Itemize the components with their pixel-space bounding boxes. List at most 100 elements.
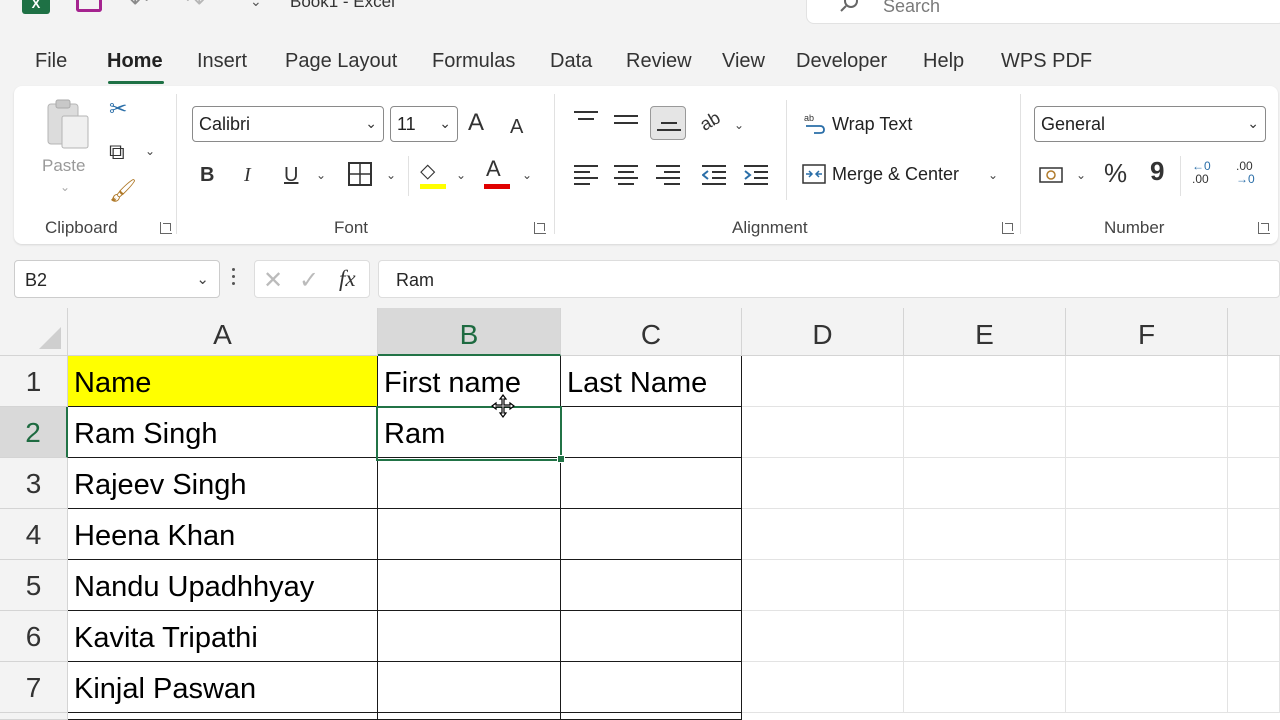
- name-box[interactable]: B2 ⌄: [14, 260, 220, 298]
- increase-indent-icon[interactable]: [744, 164, 768, 186]
- column-header-g[interactable]: [1228, 308, 1280, 356]
- formula-input[interactable]: Ram: [378, 260, 1280, 298]
- decrease-decimal-button[interactable]: .00 →0: [1236, 160, 1266, 190]
- cell-c6[interactable]: [561, 611, 742, 662]
- cell-a1[interactable]: Name: [68, 356, 378, 407]
- cell-a6[interactable]: Kavita Tripathi: [68, 611, 378, 662]
- cell-b2[interactable]: Ram: [378, 407, 561, 458]
- column-header-e[interactable]: E: [904, 308, 1066, 356]
- cell-f5[interactable]: [1066, 560, 1228, 611]
- bold-button[interactable]: B: [200, 164, 214, 186]
- row-header-8[interactable]: [0, 713, 68, 720]
- cell-c5[interactable]: [561, 560, 742, 611]
- row-header-6[interactable]: 6: [0, 611, 68, 662]
- merge-center-button[interactable]: Merge & Center: [832, 164, 959, 185]
- cell-a2[interactable]: Ram Singh: [68, 407, 378, 458]
- cell-g3[interactable]: [1228, 458, 1280, 509]
- undo-icon[interactable]: ↶: [130, 0, 148, 13]
- cell-e6[interactable]: [904, 611, 1066, 662]
- cell-a8[interactable]: [68, 713, 378, 720]
- comma-style-button[interactable]: 9: [1150, 158, 1164, 184]
- fill-color-icon[interactable]: ⬦: [420, 160, 435, 182]
- accounting-format-icon[interactable]: [1038, 164, 1066, 186]
- clipboard-launcher-icon[interactable]: [160, 222, 172, 234]
- cell-g6[interactable]: [1228, 611, 1280, 662]
- cell-d7[interactable]: [742, 662, 904, 713]
- orientation-chevron-icon[interactable]: ⌄: [734, 118, 744, 132]
- cell-g2[interactable]: [1228, 407, 1280, 458]
- column-header-b[interactable]: B: [378, 308, 561, 356]
- cell-c7[interactable]: [561, 662, 742, 713]
- cell-d5[interactable]: [742, 560, 904, 611]
- cell-f1[interactable]: [1066, 356, 1228, 407]
- number-launcher-icon[interactable]: [1258, 222, 1270, 234]
- select-all-button[interactable]: [0, 308, 68, 356]
- cell-g4[interactable]: [1228, 509, 1280, 560]
- underline-button[interactable]: U: [284, 164, 298, 186]
- cell-e4[interactable]: [904, 509, 1066, 560]
- increase-font-size-icon[interactable]: A: [468, 111, 484, 135]
- cell-b7[interactable]: [378, 662, 561, 713]
- cell-f7[interactable]: [1066, 662, 1228, 713]
- cell-c1[interactable]: Last Name: [561, 356, 742, 407]
- merge-chevron-icon[interactable]: ⌄: [988, 168, 998, 182]
- align-right-icon[interactable]: [656, 164, 680, 186]
- paste-label[interactable]: Paste: [42, 156, 85, 176]
- font-launcher-icon[interactable]: [534, 222, 546, 234]
- align-left-icon[interactable]: [574, 164, 598, 186]
- decrease-font-size-icon[interactable]: A: [510, 116, 523, 138]
- cell-f3[interactable]: [1066, 458, 1228, 509]
- middle-align-icon[interactable]: [614, 112, 638, 132]
- chevron-down-icon[interactable]: ⌄: [250, 0, 262, 8]
- tab-view[interactable]: View: [722, 50, 765, 73]
- cell-g5[interactable]: [1228, 560, 1280, 611]
- save-icon[interactable]: [76, 0, 102, 12]
- column-header-f[interactable]: F: [1066, 308, 1228, 356]
- cell-f4[interactable]: [1066, 509, 1228, 560]
- cell-d3[interactable]: [742, 458, 904, 509]
- cell-d4[interactable]: [742, 509, 904, 560]
- cell-b3[interactable]: [378, 458, 561, 509]
- cell-e2[interactable]: [904, 407, 1066, 458]
- cell-a5[interactable]: Nandu Upadhhyay: [68, 560, 378, 611]
- cell-a4[interactable]: Heena Khan: [68, 509, 378, 560]
- cell-b1[interactable]: First name: [378, 356, 561, 407]
- column-header-a[interactable]: A: [68, 308, 378, 356]
- insert-function-button[interactable]: fx: [339, 266, 356, 292]
- row-header-1[interactable]: 1: [0, 356, 68, 407]
- cell-d2[interactable]: [742, 407, 904, 458]
- cell-f6[interactable]: [1066, 611, 1228, 662]
- row-header-2[interactable]: 2: [0, 407, 68, 458]
- cell-a3[interactable]: Rajeev Singh: [68, 458, 378, 509]
- font-name-dropdown[interactable]: Calibri ⌄: [192, 106, 384, 142]
- row-header-3[interactable]: 3: [0, 458, 68, 509]
- cell-b5[interactable]: [378, 560, 561, 611]
- cell-b6[interactable]: [378, 611, 561, 662]
- tab-page-layout[interactable]: Page Layout: [285, 50, 397, 73]
- tab-developer[interactable]: Developer: [796, 50, 887, 73]
- top-align-icon[interactable]: [574, 110, 598, 130]
- accounting-chevron-icon[interactable]: ⌄: [1076, 168, 1086, 182]
- tab-data[interactable]: Data: [550, 50, 592, 73]
- row-header-7[interactable]: 7: [0, 662, 68, 713]
- cut-icon[interactable]: ✂: [109, 98, 127, 120]
- paste-icon[interactable]: [44, 98, 92, 152]
- bottom-align-button[interactable]: [650, 106, 686, 140]
- cell-b4[interactable]: [378, 509, 561, 560]
- column-header-c[interactable]: C: [561, 308, 742, 356]
- cell-c4[interactable]: [561, 509, 742, 560]
- cell-f2[interactable]: [1066, 407, 1228, 458]
- font-color-chevron-icon[interactable]: ⌄: [522, 168, 532, 182]
- fill-color-chevron-icon[interactable]: ⌄: [456, 168, 466, 182]
- cancel-icon[interactable]: ✕: [263, 266, 283, 295]
- cell-c2[interactable]: [561, 407, 742, 458]
- cell-a7[interactable]: Kinjal Paswan: [68, 662, 378, 713]
- italic-button[interactable]: I: [244, 164, 251, 186]
- cell-c3[interactable]: [561, 458, 742, 509]
- wrap-text-button[interactable]: Wrap Text: [832, 114, 912, 135]
- tab-review[interactable]: Review: [626, 50, 692, 73]
- row-header-4[interactable]: 4: [0, 509, 68, 560]
- enter-icon[interactable]: ✓: [299, 266, 319, 295]
- tab-home[interactable]: Home: [107, 50, 163, 73]
- alignment-launcher-icon[interactable]: [1002, 222, 1014, 234]
